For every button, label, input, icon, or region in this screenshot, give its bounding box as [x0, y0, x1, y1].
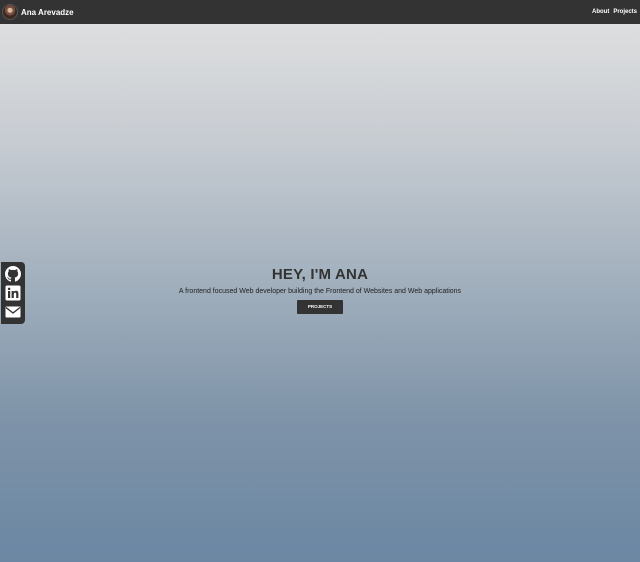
hero-subtitle: A frontend focused Web developer buildin…: [178, 288, 462, 295]
nav-link-about[interactable]: About: [592, 9, 609, 15]
hero-title: HEY, I'M ANA: [271, 266, 369, 283]
hero: HEY, I'M ANA A frontend focused Web deve…: [0, 266, 640, 314]
brand-name[interactable]: Ana Arevadze: [21, 8, 74, 17]
projects-button[interactable]: PROJECTS: [297, 300, 343, 314]
brand[interactable]: Ana Arevadze: [2, 4, 74, 20]
navbar: Ana Arevadze About Projects: [0, 0, 640, 24]
nav-links: About Projects: [592, 9, 637, 15]
nav-link-projects[interactable]: Projects: [613, 9, 637, 15]
avatar: [2, 4, 18, 20]
